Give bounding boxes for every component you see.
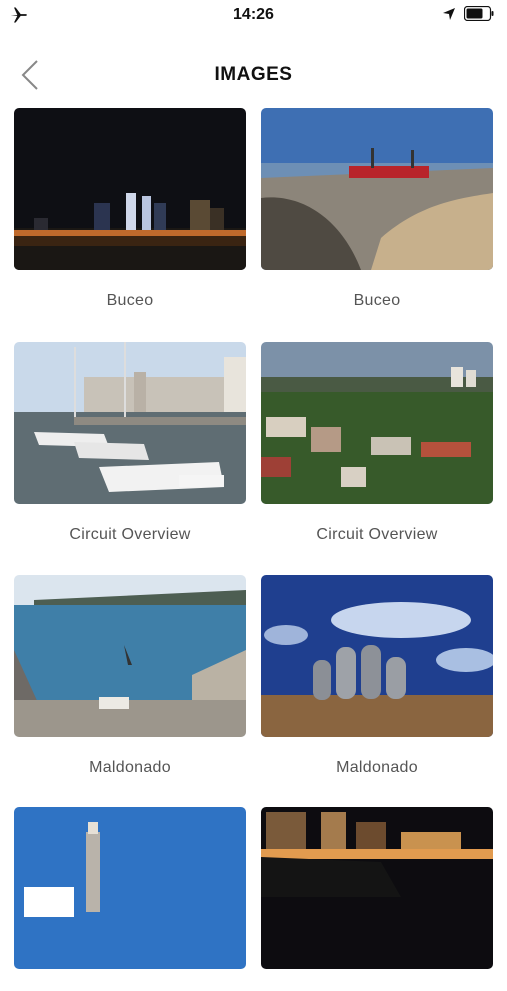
image-thumbnail [14,108,246,270]
image-thumbnail [261,575,493,737]
image-caption: Maldonado [89,759,171,776]
location-arrow-icon [443,8,455,20]
image-caption: Maldonado [336,759,418,776]
image-tile[interactable] [261,807,493,991]
image-caption: Circuit Overview [69,526,191,543]
image-thumbnail [14,807,246,969]
image-thumbnail [261,342,493,504]
status-time: 14:26 [233,6,274,23]
image-tile[interactable]: Maldonado [261,575,493,777]
image-thumbnail [14,342,246,504]
page-title: IMAGES [214,64,293,85]
image-tile[interactable]: Circuit Overview [261,342,493,544]
image-tile[interactable]: Buceo [261,108,493,310]
image-thumbnail [14,575,246,737]
image-caption: Buceo [353,292,401,309]
image-tile[interactable] [14,807,246,991]
battery-icon [464,6,494,21]
image-caption: Buceo [106,292,154,309]
image-tile[interactable]: Circuit Overview [14,342,246,544]
image-tile[interactable]: Maldonado [14,575,246,777]
image-thumbnail [261,108,493,270]
navigation-bar: IMAGES [0,50,507,98]
image-caption: Circuit Overview [316,526,438,543]
status-bar: 14:26 [0,0,507,30]
image-thumbnail [261,807,493,969]
image-tile[interactable]: Buceo [14,108,246,310]
